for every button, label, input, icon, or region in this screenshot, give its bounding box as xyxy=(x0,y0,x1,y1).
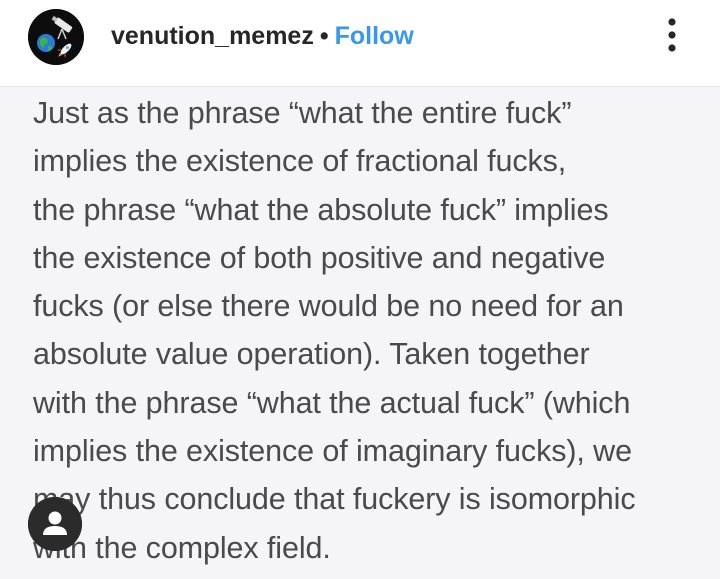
text-line: may thus conclude that fuckery is isomor… xyxy=(33,482,636,517)
post-image: Just as the phrase “what the entire fuck… xyxy=(0,87,720,579)
text-line: fucks (or else there would be no need fo… xyxy=(33,289,624,324)
post-header: venution_memez • Follow xyxy=(0,0,720,87)
user-tag-button[interactable] xyxy=(28,497,82,551)
profile-avatar[interactable] xyxy=(28,9,84,65)
follow-button[interactable]: Follow xyxy=(335,22,414,50)
user-tag-icon xyxy=(28,497,82,551)
post-image-text: Just as the phrase “what the entire fuck… xyxy=(33,89,713,572)
separator-dot: • xyxy=(319,22,329,50)
header-title-row: venution_memez • Follow xyxy=(111,20,414,52)
text-line: implies the existence of imaginary fucks… xyxy=(33,434,632,469)
text-line: the phrase “what the absolute fuck” impl… xyxy=(33,192,609,227)
text-line: Just as the phrase “what the entire fuck… xyxy=(33,96,572,130)
username-link[interactable]: venution_memez xyxy=(111,22,314,50)
text-line: implies the existence of fractional fuck… xyxy=(33,144,567,179)
text-line: with the complex field. xyxy=(33,530,331,565)
text-line: the existence of both positive and negat… xyxy=(33,240,606,275)
more-vertical-icon xyxy=(668,18,676,52)
telescope-globe-rocket-avatar-icon xyxy=(28,9,84,65)
more-options-button[interactable] xyxy=(654,14,690,60)
text-line: absolute value operation). Taken togethe… xyxy=(33,337,590,372)
text-line: with the phrase “what the actual fuck” (… xyxy=(33,385,631,420)
